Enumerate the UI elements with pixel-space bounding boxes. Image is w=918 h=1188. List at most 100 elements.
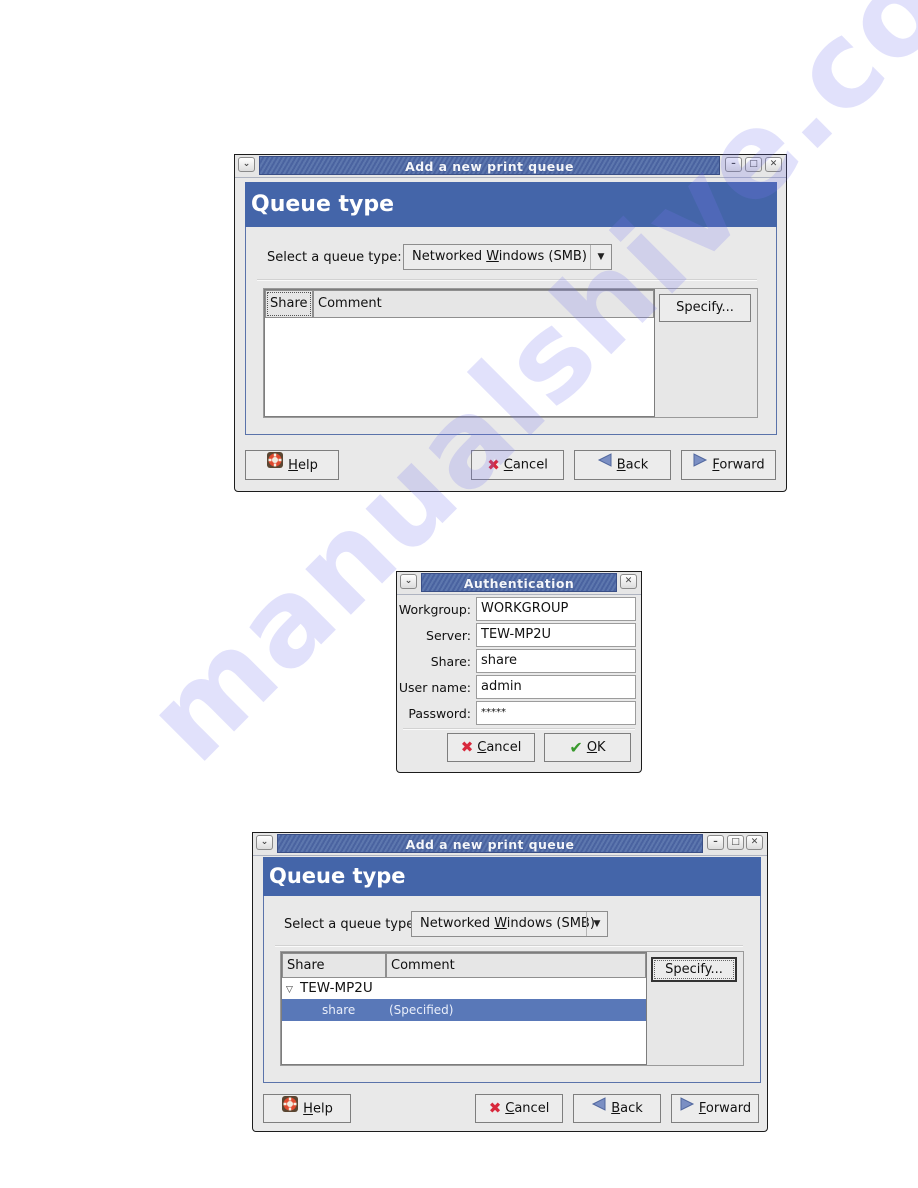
close-button[interactable]: ✕	[765, 157, 782, 172]
minimize-button[interactable]: –	[707, 835, 724, 850]
close-button[interactable]: ✕	[620, 574, 637, 589]
share-field[interactable]: share	[476, 649, 636, 673]
titlebar[interactable]: ⌄ Add a new print queue – □ ✕	[235, 155, 786, 178]
separator	[403, 728, 635, 730]
column-header-share[interactable]: Share	[282, 953, 386, 978]
server-field[interactable]: TEW-MP2U	[476, 623, 636, 647]
help-button[interactable]: Help	[245, 450, 339, 480]
back-mnemonic: B	[616, 457, 626, 473]
help-mnemonic: H	[288, 458, 298, 473]
username-label: User name:	[398, 680, 471, 695]
help-mnemonic: H	[303, 1101, 313, 1117]
share-list[interactable]: Share Comment	[264, 289, 655, 417]
separator	[275, 945, 743, 947]
help-label: elp	[312, 1101, 333, 1117]
expander-triangle-icon[interactable]: ▽	[286, 980, 300, 1001]
title-strip: Add a new print queue	[259, 156, 720, 175]
page-title: Queue type	[263, 857, 761, 896]
back-button[interactable]: Back	[574, 450, 671, 480]
back-button[interactable]: Back	[573, 1094, 661, 1123]
forward-label: orward	[705, 1101, 752, 1116]
chevron-down-icon[interactable]: ▼	[590, 245, 611, 269]
authentication-dialog: ⌄ Authentication ✕ Workgroup: WORKGROUP …	[396, 571, 642, 773]
cancel-label: ancel	[514, 1101, 550, 1116]
back-label: ack	[625, 457, 649, 473]
password-label: Password:	[408, 706, 471, 721]
cancel-mnemonic: C	[505, 1101, 515, 1116]
cancel-mnemonic: C	[503, 457, 513, 473]
auth-cancel-button[interactable]: ✖ Cancel	[447, 733, 535, 762]
cancel-label: ancel	[486, 740, 522, 755]
cancel-label: ancel	[512, 457, 548, 473]
cancel-x-icon: ✖	[460, 738, 474, 756]
title-strip: Authentication	[421, 573, 617, 592]
specify-button[interactable]: Specify...	[659, 294, 751, 322]
queue-type-select[interactable]: Networked Windows (SMB) ▼	[411, 911, 608, 937]
ok-mnemonic: O	[586, 740, 598, 755]
back-arrow-icon	[597, 451, 613, 479]
window-menu-button[interactable]: ⌄	[238, 157, 255, 172]
window-title: Add a new print queue	[405, 159, 574, 174]
titlebar[interactable]: ⌄ Add a new print queue – □ ✕	[253, 833, 767, 856]
share-comment: (Specified)	[389, 1003, 454, 1017]
cancel-button[interactable]: ✖ Cancel	[475, 1094, 563, 1123]
window-title: Add a new print queue	[405, 837, 575, 852]
server-label: Server:	[426, 628, 471, 643]
queue-type-value-post: indows (SMB)	[498, 249, 587, 264]
window-menu-button[interactable]: ⌄	[400, 574, 417, 589]
minimize-button[interactable]: –	[725, 157, 742, 172]
username-field[interactable]: admin	[476, 675, 636, 699]
cancel-x-icon: ✖	[487, 456, 500, 474]
server-name: TEW-MP2U	[300, 980, 373, 996]
maximize-button[interactable]: □	[727, 835, 744, 850]
back-label: ack	[620, 1101, 643, 1116]
help-button[interactable]: Help	[263, 1094, 351, 1123]
share-list[interactable]: Share Comment ▽ TEW-MP2U share (Specified…	[281, 952, 647, 1065]
forward-mnemonic: F	[698, 1101, 706, 1116]
lifebuoy-icon	[281, 1095, 299, 1123]
column-header-comment[interactable]: Comment	[313, 290, 654, 318]
queue-type-value-pre: Networked	[412, 249, 487, 264]
queue-type-select[interactable]: Networked Windows (SMB) ▼	[403, 244, 612, 270]
forward-button[interactable]: Forward	[671, 1094, 759, 1123]
forward-arrow-icon	[692, 451, 708, 479]
queue-type-value-pre: Networked	[420, 916, 495, 931]
ok-button[interactable]: ✔ OK	[544, 733, 631, 762]
queue-type-value-mnemonic: W	[486, 249, 499, 264]
queue-type-label: Select a queue type:	[284, 917, 419, 932]
page-title: Queue type	[245, 182, 777, 227]
workgroup-label: Workgroup:	[398, 602, 471, 617]
password-field[interactable]: *****	[476, 701, 636, 725]
titlebar[interactable]: ⌄ Authentication ✕	[397, 572, 641, 595]
window-menu-button[interactable]: ⌄	[256, 835, 273, 850]
forward-button[interactable]: Forward	[681, 450, 776, 480]
cancel-x-icon: ✖	[488, 1099, 502, 1117]
column-header-share[interactable]: Share	[265, 290, 313, 318]
workgroup-field[interactable]: WORKGROUP	[476, 597, 636, 621]
forward-arrow-icon	[679, 1095, 695, 1122]
ok-label: K	[597, 740, 606, 755]
specify-button[interactable]: Specify...	[651, 957, 737, 982]
cancel-mnemonic: C	[477, 740, 487, 755]
tree-row-share-selected[interactable]: share (Specified)	[282, 999, 646, 1021]
column-header-comment[interactable]: Comment	[386, 953, 646, 978]
close-button[interactable]: ✕	[746, 835, 763, 850]
forward-label: orward	[719, 457, 765, 473]
maximize-button[interactable]: □	[745, 157, 762, 172]
queue-type-value-post: indows (SMB)	[506, 916, 595, 931]
window-title: Authentication	[463, 576, 575, 591]
queue-type-value-mnemonic: W	[494, 916, 507, 931]
tree-row-server[interactable]: ▽ TEW-MP2U	[282, 978, 646, 999]
print-queue-dialog-empty: ⌄ Add a new print queue – □ ✕ Queue type…	[234, 154, 787, 492]
chevron-down-icon[interactable]: ▼	[586, 912, 607, 936]
print-queue-dialog-specified: ⌄ Add a new print queue – □ ✕ Queue type…	[252, 832, 768, 1132]
lifebuoy-icon	[266, 451, 284, 480]
cancel-button[interactable]: ✖ Cancel	[471, 450, 564, 480]
help-label: elp	[297, 458, 318, 473]
share-name: share	[322, 1003, 356, 1017]
share-label: Share:	[430, 654, 471, 669]
back-arrow-icon	[591, 1095, 607, 1122]
queue-type-label: Select a queue type:	[267, 250, 402, 265]
checkmark-icon: ✔	[569, 738, 583, 757]
title-strip: Add a new print queue	[277, 834, 703, 853]
